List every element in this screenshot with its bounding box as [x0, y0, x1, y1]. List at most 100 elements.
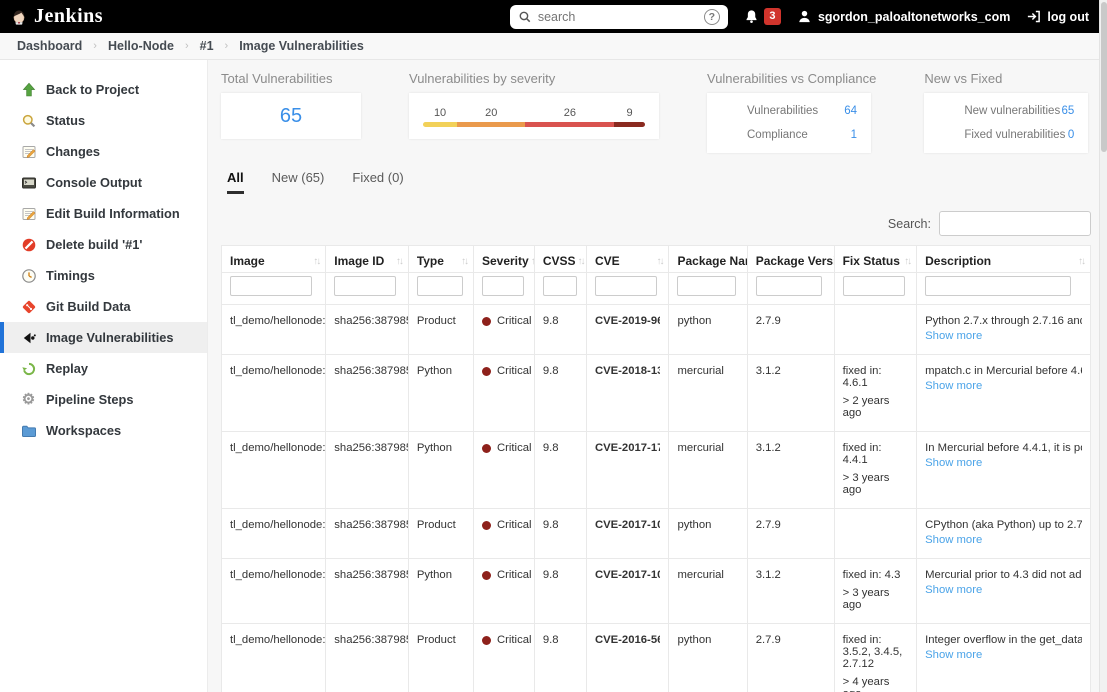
severity-segment-label: 26 [563, 107, 576, 119]
critical-dot-icon [481, 635, 491, 645]
cell-cvss: 9.8 [533, 623, 587, 692]
description-text: mpatch.c in Mercurial before 4.6.1 misha… [925, 365, 1082, 377]
sort-icon[interactable]: ↑↓ [904, 256, 912, 267]
column-header-image-id[interactable]: Image ID ↑↓ [325, 245, 409, 273]
sidebar-item-image-vulnerabilities[interactable]: Image Vulnerabilities [0, 322, 207, 353]
scrollbar-thumb[interactable] [1101, 2, 1107, 152]
filter-input-cvss[interactable] [542, 276, 577, 296]
help-icon[interactable]: ? [703, 8, 720, 25]
severity-segment-label: 20 [485, 107, 498, 119]
show-more-link[interactable]: Show more [925, 330, 982, 342]
breadcrumb-separator-icon: › [224, 40, 229, 52]
sort-icon[interactable]: ↑↓ [1078, 256, 1086, 267]
column-header-cve[interactable]: CVE ↑↓ [585, 245, 670, 273]
sort-icon[interactable]: ↑↓ [396, 256, 404, 267]
cell-package-name: python [668, 623, 748, 692]
cell-type: Product [407, 623, 474, 692]
sidebar-item-timings[interactable]: Timings [0, 260, 207, 291]
sidebar-item-label: Image Vulnerabilities [46, 330, 174, 345]
table-row: tl_demo/hellonode:latestsha256:387985591… [220, 354, 1091, 432]
sidebar-item-replay[interactable]: Replay [0, 353, 207, 384]
filter-input-type[interactable] [416, 276, 463, 296]
filter-input-package-name[interactable] [677, 276, 736, 296]
search-input[interactable] [537, 9, 698, 24]
breadcrumb-item[interactable]: Dashboard [17, 39, 82, 53]
column-header-description[interactable]: Description ↑↓ [916, 245, 1091, 273]
column-header-package-version[interactable]: Package Version↑↓ [746, 245, 835, 273]
sidebar-item-pipeline-steps[interactable]: ⚙ Pipeline Steps [0, 384, 207, 415]
sidebar-item-console-output[interactable]: Console Output [0, 167, 207, 198]
show-more-link[interactable]: Show more [925, 584, 982, 596]
sidebar-item-workspaces[interactable]: Workspaces [0, 415, 207, 446]
filter-input-image-id[interactable] [334, 276, 397, 296]
filter-input-image[interactable] [230, 276, 313, 296]
cell-description: CPython (aka Python) up to 2.7.13 is vul… [916, 508, 1091, 559]
logout-icon [1026, 9, 1041, 24]
sidebar-item-status[interactable]: Status [0, 105, 207, 136]
page-scrollbar[interactable] [1099, 0, 1107, 692]
notifications[interactable]: 3 [744, 8, 781, 25]
cell-type: Product [407, 304, 474, 355]
filter-input-severity[interactable] [481, 276, 525, 296]
filter-input-description[interactable] [925, 276, 1072, 296]
vulnerabilities-table: Image↑↓Image ID↑↓Type↑↓Severity↑↓CVSS↑↓C… [220, 245, 1091, 692]
replay-icon [20, 360, 37, 377]
show-more-link[interactable]: Show more [925, 380, 982, 392]
cell-description: In Mercurial before 4.4.1, it is possibl… [916, 431, 1091, 509]
sort-icon[interactable]: ↑↓ [461, 256, 469, 267]
severity-segment-bar [614, 122, 645, 127]
column-header-image[interactable]: Image ↑↓ [220, 245, 327, 273]
column-label: Package Version [755, 254, 834, 268]
jenkins-home-link[interactable]: Jenkins [10, 5, 103, 28]
show-more-link[interactable]: Show more [925, 534, 982, 546]
global-search[interactable]: ? [509, 4, 728, 29]
cell-image: tl_demo/hellonode:latest [220, 431, 327, 509]
breadcrumb-item[interactable]: #1 [200, 39, 214, 53]
column-header-severity[interactable]: Severity↑↓ [472, 245, 535, 273]
filter-input-package-version[interactable] [755, 276, 822, 296]
sidebar-item-changes[interactable]: Changes [0, 136, 207, 167]
logout-button[interactable]: log out [1026, 9, 1089, 24]
sidebar-item-label: Replay [46, 361, 88, 376]
cell-image-id: sha256:387985591 [325, 623, 409, 692]
show-more-link[interactable]: Show more [925, 649, 982, 661]
sort-icon[interactable]: ↑↓ [656, 256, 664, 267]
sort-icon[interactable]: ↑↓ [313, 256, 321, 267]
sidebar-item-delete-build-1[interactable]: Delete build '#1' [0, 229, 207, 260]
filter-input-cve[interactable] [594, 276, 658, 296]
cell-severity: Critical [472, 558, 535, 624]
severity-segment: 10 [423, 107, 458, 127]
new-vs-fixed-title: New vs Fixed [924, 71, 1003, 86]
cell-severity: Critical [472, 431, 535, 509]
fix-age: > 3 years ago [842, 472, 890, 496]
cell-fix-status: fixed in: 4.4.1 > 3 years ago [833, 431, 918, 509]
column-header-type[interactable]: Type ↑↓ [407, 245, 474, 273]
sidebar-item-git-build-data[interactable]: Git Build Data [0, 291, 207, 322]
column-header-fix-status[interactable]: Fix Status ↑↓ [833, 245, 918, 273]
tab-all[interactable]: All [227, 170, 244, 194]
column-header-package-name[interactable]: Package Name↑↓ [668, 245, 748, 273]
cell-description: Python 2.7.x through 2.7.16 and 3.x thro… [916, 304, 1091, 355]
total-vulns-title: Total Vulnerabilities [221, 71, 333, 86]
sort-icon[interactable]: ↑↓ [531, 256, 534, 267]
column-header-cvss[interactable]: CVSS ↑↓ [533, 245, 587, 273]
breadcrumb-item[interactable]: Image Vulnerabilities [239, 39, 364, 53]
show-more-link[interactable]: Show more [925, 457, 982, 469]
user-menu[interactable]: sgordon_paloaltonetworks_com [797, 9, 1010, 24]
sidebar-item-edit-build-information[interactable]: Edit Build Information [0, 198, 207, 229]
tab-new-65[interactable]: New (65) [272, 170, 325, 194]
breadcrumb-item[interactable]: Hello-Node [108, 39, 174, 53]
severity-card-title: Vulnerabilities by severity [409, 71, 556, 86]
sidebar-item-back-to-project[interactable]: Back to Project [0, 74, 207, 105]
severity-text: Critical [496, 442, 532, 454]
vs-compliance-card: Vulnerabilities 64 Compliance 1 [707, 93, 871, 153]
cell-package-name: mercurial [668, 354, 748, 432]
sort-icon[interactable]: ↑↓ [578, 256, 586, 267]
table-search-input[interactable] [939, 211, 1091, 236]
jenkins-butler-icon [10, 8, 27, 25]
cell-cvss: 9.8 [533, 431, 587, 509]
cell-type: Python [407, 431, 474, 509]
filter-input-fix-status[interactable] [842, 276, 905, 296]
tab-fixed-0[interactable]: Fixed (0) [352, 170, 403, 194]
cell-cve: CVE-2019-9636 [585, 304, 670, 355]
